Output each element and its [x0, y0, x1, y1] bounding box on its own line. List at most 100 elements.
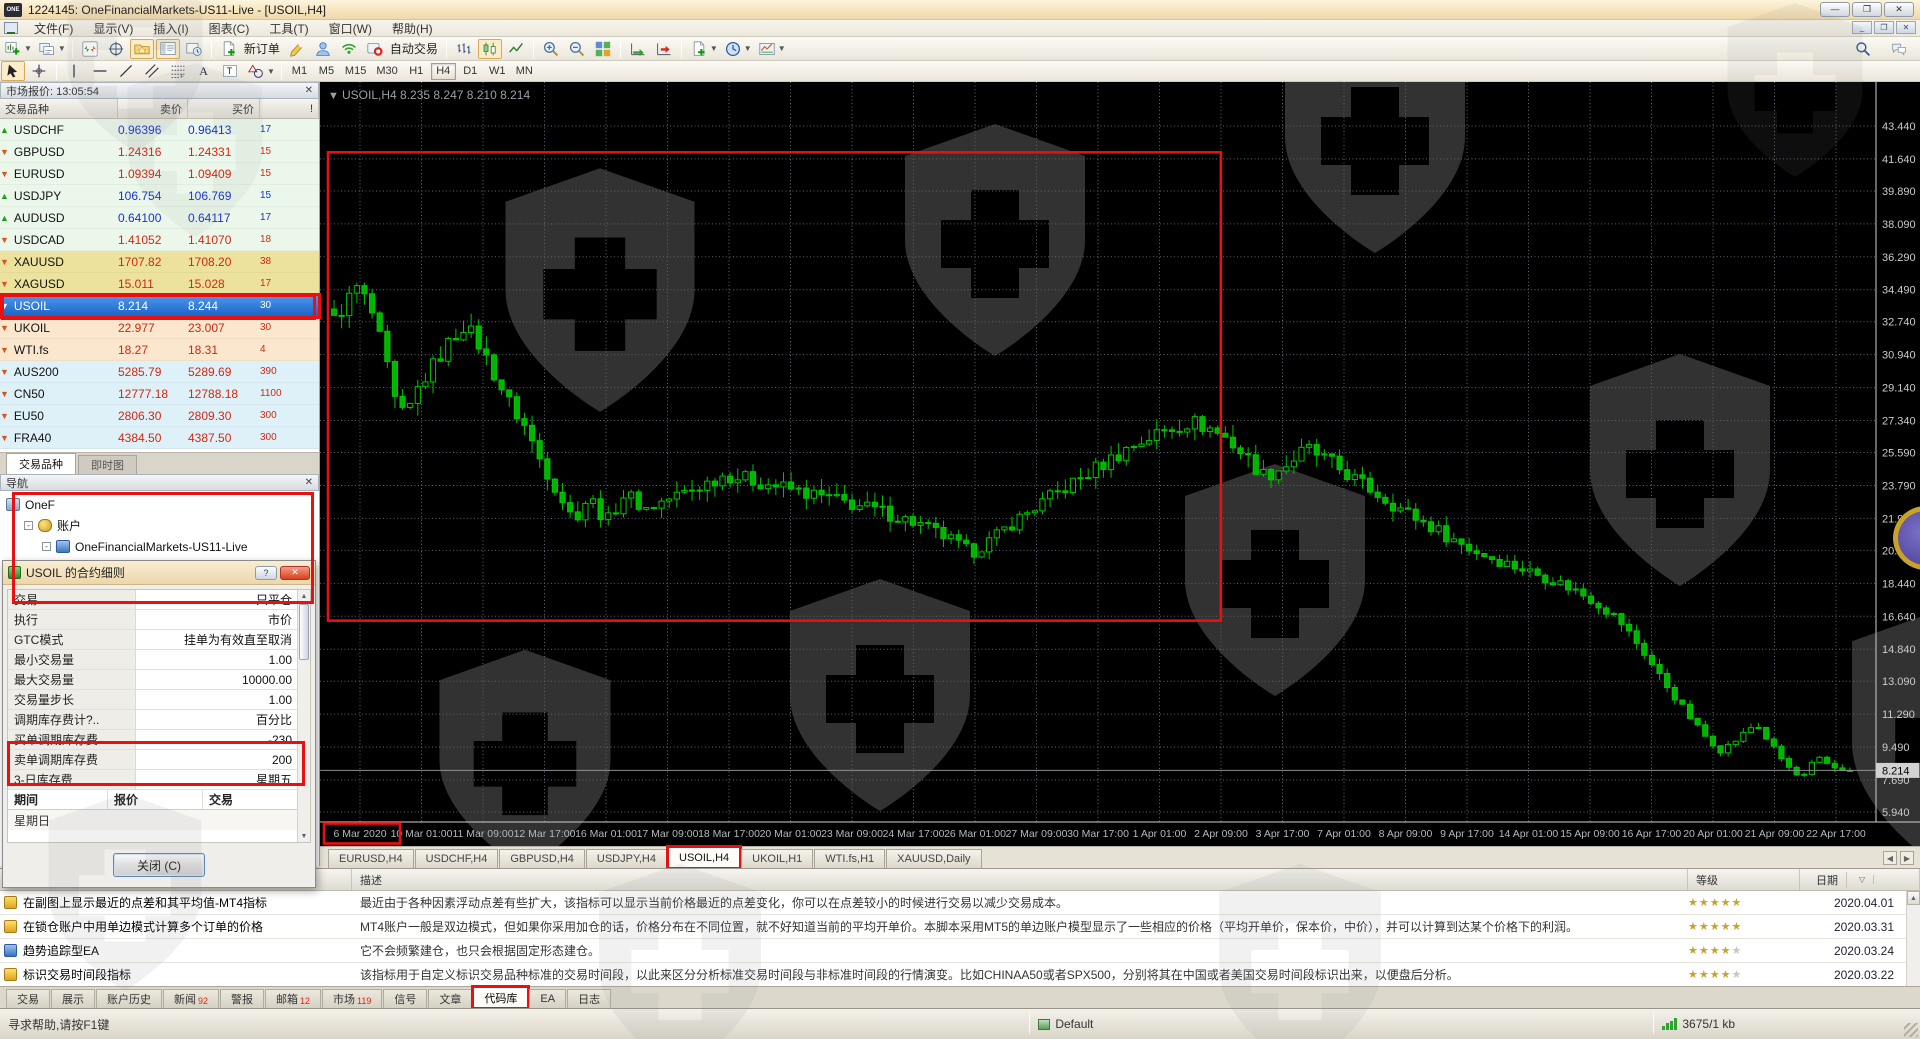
chart-shift-button[interactable] — [652, 39, 676, 59]
tile-windows-button[interactable] — [591, 39, 615, 59]
auto-scroll-button[interactable] — [626, 39, 650, 59]
scrollbar-thumb[interactable] — [299, 604, 309, 660]
arrows-dropdown[interactable]: ▼ — [267, 67, 275, 76]
market-watch-row-usdchf[interactable]: ▲ USDCHF 0.96396 0.96413 17 — [0, 119, 319, 141]
data-window-button[interactable] — [104, 39, 128, 59]
new-order-icon[interactable] — [217, 39, 241, 59]
terminal-tab-交易[interactable]: 交易 — [6, 989, 50, 1008]
vertical-line-button[interactable] — [62, 61, 86, 81]
indicators-dropdown[interactable]: ▼ — [710, 44, 718, 53]
market-watch-row-cn50[interactable]: ▼ CN50 12777.18 12788.18 1100 — [0, 383, 319, 405]
scroll-up-icon[interactable]: ▲ — [298, 590, 310, 602]
templates-button[interactable] — [755, 39, 779, 59]
menu-item-2[interactable]: 插入(I) — [143, 19, 198, 38]
menu-item-1[interactable]: 显示(V) — [83, 19, 143, 38]
mdi-minimize-button[interactable]: _ — [1852, 21, 1872, 34]
profiles-dropdown[interactable]: ▼ — [58, 44, 66, 53]
terminal-tab-EA[interactable]: EA — [529, 989, 567, 1008]
periods-button[interactable] — [721, 39, 745, 59]
zoom-in-button[interactable] — [539, 39, 563, 59]
market-watch-toggle-button[interactable] — [78, 39, 102, 59]
minimize-button[interactable]: — — [1820, 2, 1850, 17]
signals-button[interactable] — [337, 39, 361, 59]
chart-tab-gbpusd-h4[interactable]: GBPUSD,H4 — [499, 849, 585, 868]
timeframe-m15[interactable]: M15 — [341, 63, 370, 80]
market-watch-row-eurusd[interactable]: ▼ EURUSD 1.09394 1.09409 15 — [0, 163, 319, 185]
new-chart-dropdown[interactable]: ▼ — [24, 44, 32, 53]
menu-item-3[interactable]: 图表(C) — [199, 19, 260, 38]
dialog-close-button[interactable]: ✕ — [280, 565, 310, 580]
auto-trading-button[interactable]: 自动交易 — [390, 40, 438, 57]
terminal-tab-邮箱[interactable]: 邮箱 12 — [265, 989, 322, 1008]
chart-tab-wti-fs-h1[interactable]: WTI.fs,H1 — [814, 849, 886, 868]
close-button[interactable]: ✕ — [1884, 2, 1914, 17]
tabs-scroll-left-icon[interactable]: ◀ — [1883, 851, 1897, 865]
chart-tab-usoil-h4[interactable]: USOIL,H4 — [665, 845, 743, 870]
column-symbol[interactable]: 交易品种 — [0, 99, 118, 118]
navigator-item-1[interactable]: - 账户 — [6, 515, 319, 536]
column-spread[interactable]: ! — [260, 99, 319, 118]
profiles-button[interactable] — [35, 39, 59, 59]
terminal-tab-信号[interactable]: 信号 — [383, 989, 428, 1008]
market-watch-row-audusd[interactable]: ▲ AUDUSD 0.64100 0.64117 17 — [0, 207, 319, 229]
chart-tab-xauusd-daily[interactable]: XAUUSD,Daily — [886, 849, 982, 868]
candlestick-chart-button[interactable] — [477, 38, 502, 59]
chart-tab-usdchf-h4[interactable]: USDCHF,H4 — [414, 849, 499, 868]
navigator-item-0[interactable]: OneF — [6, 494, 319, 515]
horizontal-line-button[interactable] — [88, 61, 112, 81]
terminal-tab-新闻[interactable]: 新闻 92 — [163, 989, 220, 1008]
channel-button[interactable] — [140, 61, 164, 81]
line-chart-button[interactable] — [504, 39, 528, 59]
terminal-tab-账户历史[interactable]: 账户历史 — [96, 989, 162, 1008]
codebase-row-0[interactable]: 在副图上显示最近的点差和其平均值-MT4指标 最近由于各种因素浮动点差有些扩大，该… — [0, 891, 1920, 915]
zoom-out-button[interactable] — [565, 39, 589, 59]
market-watch-row-xauusd[interactable]: ▼ XAUUSD 1707.82 1708.20 38 — [0, 251, 319, 273]
timeframe-w1[interactable]: W1 — [485, 63, 510, 80]
codebase-row-3[interactable]: 标识交易时间段指标 该指标用于自定义标识交易品种标准的交易时间段，以此来区分分析标… — [0, 963, 1920, 987]
market-watch-row-wti.fs[interactable]: ▼ WTI.fs 18.27 18.31 4 — [0, 339, 319, 361]
mdi-close-button[interactable]: ✕ — [1896, 21, 1916, 34]
terminal-tab-日志[interactable]: 日志 — [567, 989, 612, 1008]
scroll-down-icon[interactable]: ▼ — [298, 830, 310, 842]
navigator-close-icon[interactable]: ✕ — [305, 477, 313, 488]
timeframe-d1[interactable]: D1 — [458, 63, 483, 80]
arrows-tool-button[interactable] — [244, 61, 268, 81]
column-date[interactable]: 日期 ▽ — [1800, 869, 1920, 890]
collapse-icon[interactable]: - — [24, 521, 33, 530]
periods-dropdown[interactable]: ▼ — [744, 44, 752, 53]
dialog-help-button[interactable]: ? — [255, 565, 277, 580]
market-watch-row-ukoil[interactable]: ▼ UKOIL 22.977 23.007 30 — [0, 317, 319, 339]
codebase-row-1[interactable]: 在锁仓账户中用单边模式计算多个订单的价格 MT4账户一般是双边模式，但如果你采用加… — [0, 915, 1920, 939]
connection-status[interactable]: 3675/1 kb — [1662, 1017, 1735, 1031]
menu-item-4[interactable]: 工具(T) — [259, 19, 318, 38]
restore-button[interactable]: ❐ — [1852, 2, 1882, 17]
market-watch-row-aus200[interactable]: ▼ AUS200 5285.79 5289.69 390 — [0, 361, 319, 383]
timeframe-h4[interactable]: H4 — [430, 62, 456, 80]
chart-tab-ukoil-h1[interactable]: UKOIL,H1 — [741, 849, 814, 868]
menu-item-6[interactable]: 帮助(H) — [382, 19, 443, 38]
column-ask[interactable]: 买价 — [188, 99, 260, 118]
metaeditor-button[interactable] — [285, 39, 309, 59]
column-description[interactable]: 描述 — [352, 869, 1688, 890]
market-watch-row-eu50[interactable]: ▼ EU50 2806.30 2809.30 300 — [0, 405, 319, 427]
chart-tab-usdjpy-h4[interactable]: USDJPY,H4 — [585, 849, 667, 868]
dialog-close-footer-button[interactable]: 关闭 (C) — [113, 853, 205, 877]
terminal-toggle-button[interactable] — [155, 38, 180, 59]
navigator-toggle-button[interactable] — [129, 38, 154, 59]
terminal-tab-市场[interactable]: 市场 119 — [322, 989, 383, 1008]
market-watch-row-usdjpy[interactable]: ▲ USDJPY 106.754 106.769 15 — [0, 185, 319, 207]
crosshair-tool-button[interactable] — [27, 61, 51, 81]
codebase-row-2[interactable]: 趋势追踪型EA 它不会频繁建仓，也只会根据固定形态建仓。 ★★★★★ 2020.03.… — [0, 939, 1920, 963]
dialog-title-bar[interactable]: USOIL 的合约细则 ? ✕ — [3, 561, 315, 585]
mdi-restore-button[interactable]: ❐ — [1874, 21, 1894, 34]
timeframe-m5[interactable]: M5 — [314, 63, 339, 80]
text-label-button[interactable] — [218, 61, 242, 81]
strategy-tester-button[interactable] — [182, 39, 206, 59]
dialog-scrollbar[interactable]: ▲ ▼ — [297, 590, 310, 842]
resize-grip[interactable] — [1904, 1023, 1918, 1037]
community-button[interactable] — [311, 39, 335, 59]
column-grade[interactable]: 等级 — [1688, 869, 1800, 890]
timeframe-m30[interactable]: M30 — [372, 63, 401, 80]
chat-icon[interactable] — [1887, 39, 1911, 59]
column-bid[interactable]: 卖价 — [118, 99, 188, 118]
